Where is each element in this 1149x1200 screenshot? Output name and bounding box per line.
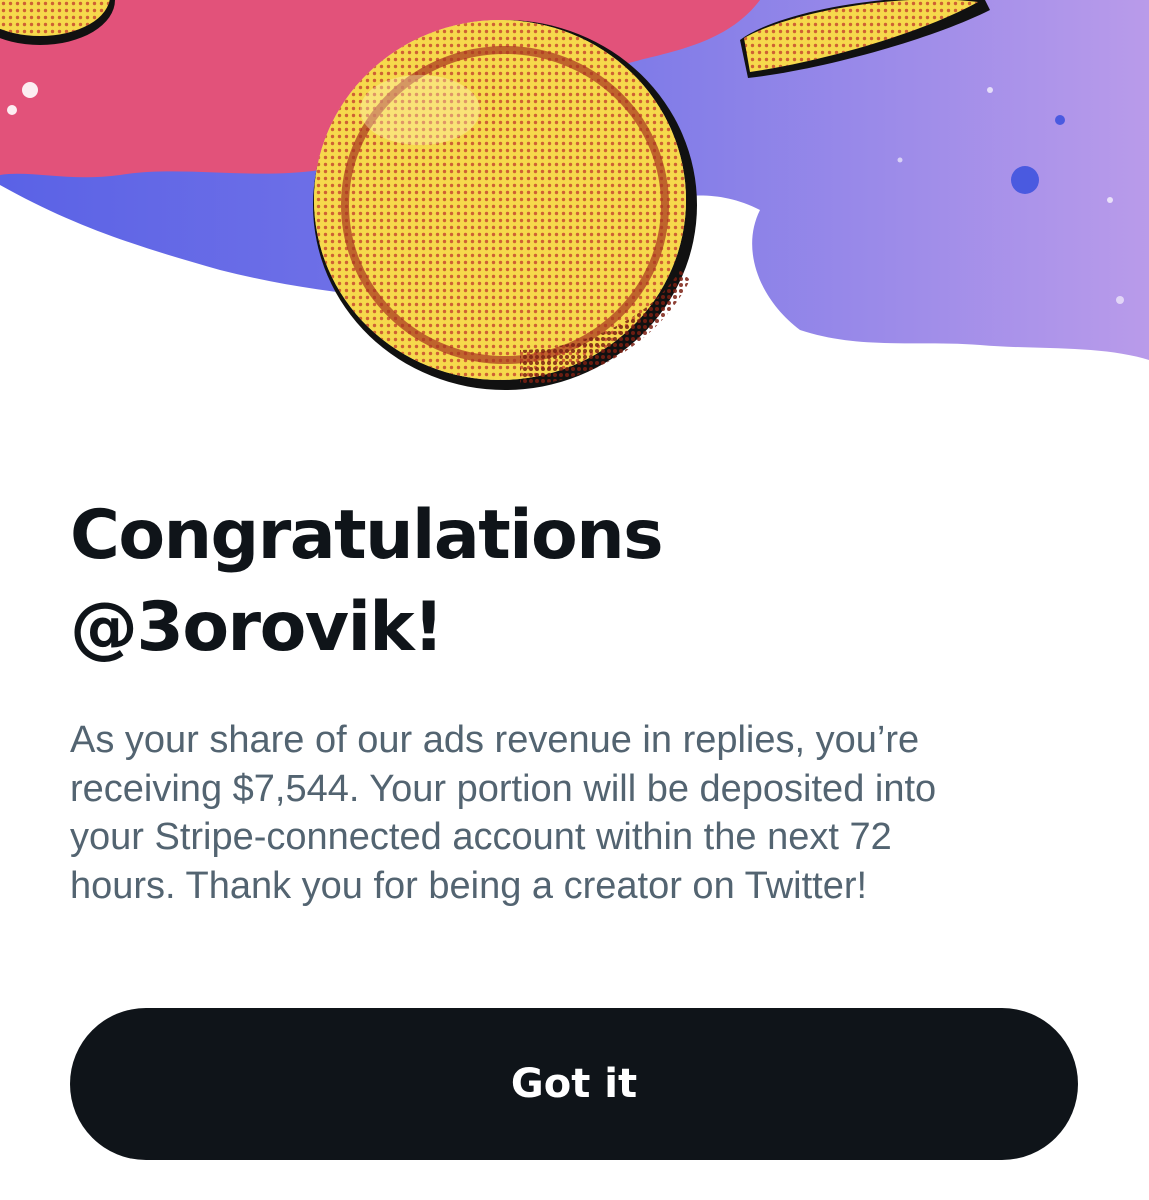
title-line-2-username: @3orovik! (70, 588, 444, 667)
congratulations-title: Congratulations @3orovik! (70, 490, 1070, 674)
revenue-share-dialog: Congratulations @3orovik! As your share … (0, 0, 1149, 1200)
coins-illustration (0, 0, 1149, 400)
message-line: hours. Thank you for being a creator on … (70, 864, 868, 907)
message-line: receiving $7,544. Your portion will be d… (70, 767, 937, 810)
revenue-message: As your share of our ads revenue in repl… (70, 716, 1080, 910)
message-line: your Stripe-connected account within the… (70, 816, 892, 858)
message-line: As your share of our ads revenue in repl… (70, 719, 920, 761)
got-it-button[interactable]: Got it (70, 1008, 1078, 1160)
title-line-1: Congratulations (70, 496, 664, 575)
